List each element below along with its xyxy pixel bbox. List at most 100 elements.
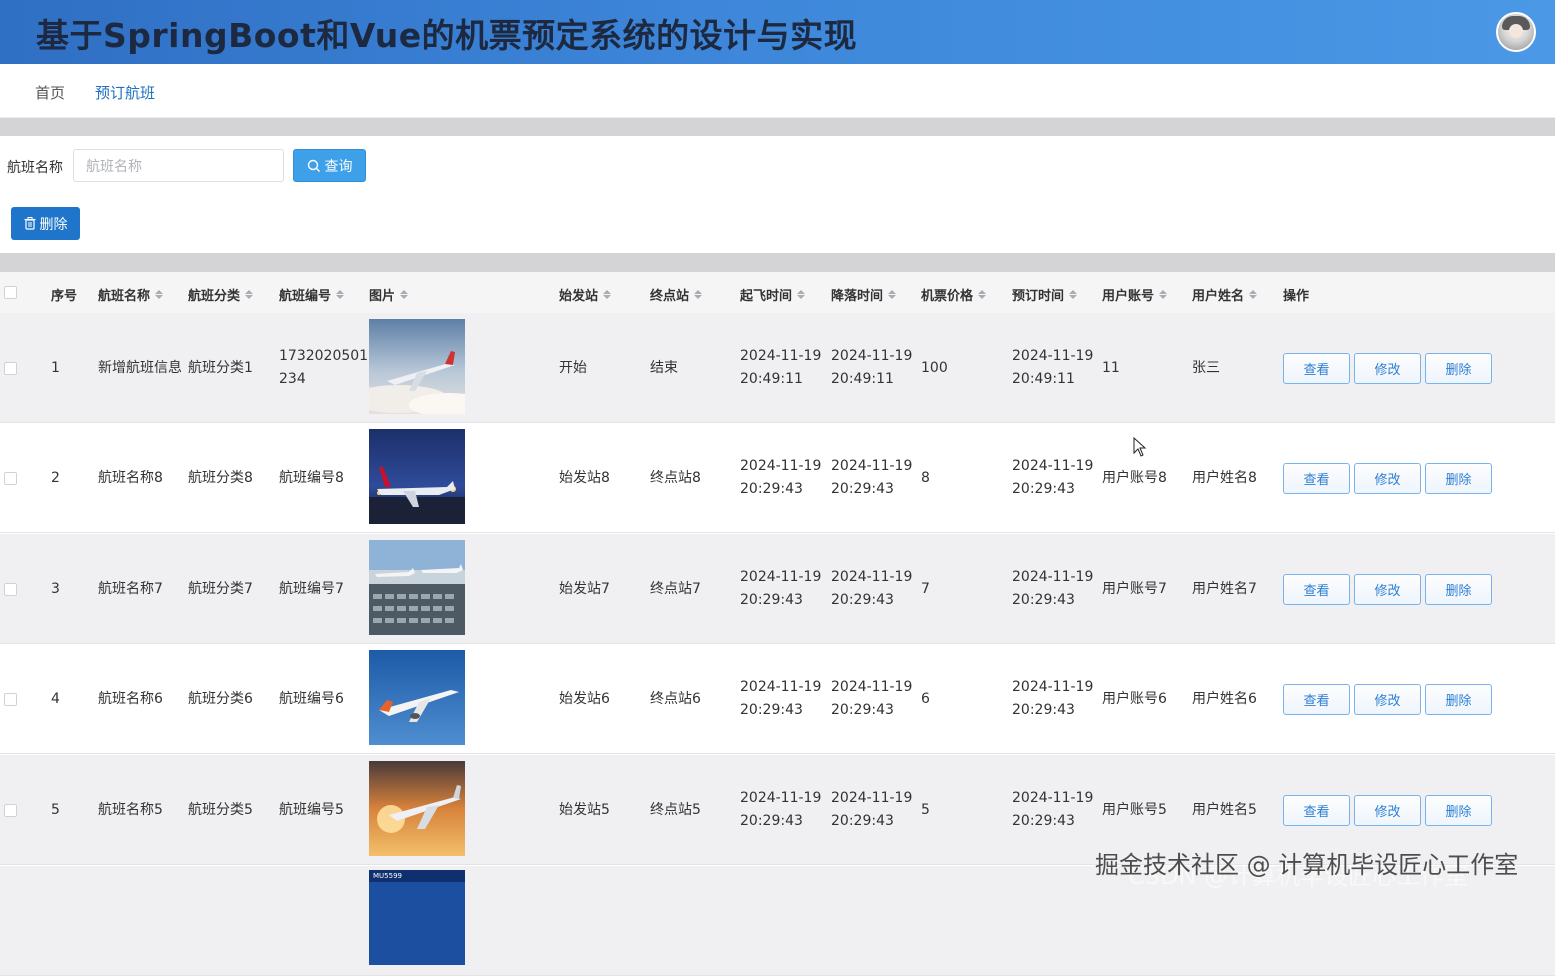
cell-origin: 始发站6 [559,691,610,707]
column-header-price[interactable]: 机票价格 [921,285,987,304]
avatar-face [1509,24,1523,38]
cell-book-time: 2024-11-19 20:49:11 [1012,348,1094,387]
cell-price: 5 [921,802,930,818]
table-row: 2 航班名称8 航班分类8 航班编号8 始发站8 终点站8 2024-11-19… [0,423,1555,533]
column-header-origin[interactable]: 始发站 [559,285,612,304]
column-header-book-time[interactable]: 预订时间 [1012,285,1078,304]
column-header-flight-name[interactable]: 航班名称 [98,285,164,304]
sort-icon [245,290,254,299]
column-header-actions: 操作 [1283,289,1310,304]
cell-origin: 始发站8 [559,470,610,486]
cell-flight-name: 航班名称7 [98,581,163,597]
flight-image [369,761,465,856]
edit-button[interactable]: 修改 [1354,353,1421,384]
column-header-user-name[interactable]: 用户姓名 [1192,285,1258,304]
edit-button[interactable]: 修改 [1354,795,1421,826]
edit-button[interactable]: 修改 [1354,463,1421,494]
divider-band [0,118,1555,136]
cell-flight-name: 航班名称8 [98,470,163,486]
cell-account: 用户账号7 [1102,581,1167,597]
cell-user-name: 用户姓名7 [1192,581,1257,597]
cell-land-time: 2024-11-19 20:29:43 [831,790,913,829]
nav-bar: 首页 预订航班 [0,64,1555,118]
cell-destination: 终点站5 [650,802,701,818]
cell-flight-name: 新增航班信息 [98,360,182,376]
cell-user-name: 用户姓名5 [1192,802,1257,818]
delete-button[interactable]: 删除 [1425,463,1492,494]
cell-price: 7 [921,581,930,597]
cell-destination: 终点站8 [650,470,701,486]
column-header-category[interactable]: 航班分类 [188,285,254,304]
cell-user-name: 用户姓名8 [1192,470,1257,486]
row-checkbox[interactable] [4,362,17,375]
cell-origin: 始发站5 [559,802,610,818]
query-button-label: 查询 [324,158,353,175]
view-button[interactable]: 查看 [1283,574,1350,605]
sort-icon [336,290,345,299]
cell-price: 6 [921,691,930,707]
divider-band [0,253,1555,272]
view-button[interactable]: 查看 [1283,795,1350,826]
column-header-depart-time[interactable]: 起飞时间 [740,285,806,304]
cell-book-time: 2024-11-19 20:29:43 [1012,790,1094,829]
cell-price: 8 [921,470,930,486]
nav-item-book-flight[interactable]: 预订航班 [95,82,155,103]
row-checkbox[interactable] [4,693,17,706]
cell-category: 航班分类5 [188,802,253,818]
view-button[interactable]: 查看 [1283,353,1350,384]
table-row: 4 航班名称6 航班分类6 航班编号6 始发站6 终点站6 2024-11-19… [0,644,1555,754]
mouse-cursor-icon [1133,437,1147,457]
cell-book-time: 2024-11-19 20:29:43 [1012,569,1094,608]
cell-account: 用户账号6 [1102,691,1167,707]
row-checkbox[interactable] [4,472,17,485]
cell-book-time: 2024-11-19 20:29:43 [1012,458,1094,497]
flight-image [369,429,465,524]
trash-icon [24,217,35,230]
delete-button[interactable]: 删除 [1425,574,1492,605]
sort-icon [400,290,409,299]
column-header-index: 序号 [51,289,78,304]
cell-user-name: 用户姓名6 [1192,691,1257,707]
view-button[interactable]: 查看 [1283,463,1350,494]
edit-button[interactable]: 修改 [1354,684,1421,715]
search-icon [307,159,320,172]
delete-button[interactable]: 删除 [1425,684,1492,715]
edit-button[interactable]: 修改 [1354,574,1421,605]
cell-flight-code: 航班编号7 [279,581,344,597]
cell-land-time: 2024-11-19 20:29:43 [831,679,913,718]
sort-icon [978,290,987,299]
column-header-image[interactable]: 图片 [369,285,409,304]
flight-image [369,650,465,745]
query-button[interactable]: 查询 [293,149,366,182]
cell-index: 3 [51,581,60,597]
delete-button[interactable]: 删除 [1425,795,1492,826]
cell-depart-time: 2024-11-19 20:29:43 [740,569,822,608]
column-header-flight-code[interactable]: 航班编号 [279,285,345,304]
cell-flight-name: 航班名称6 [98,691,163,707]
cell-origin: 开始 [559,360,587,376]
column-header-land-time[interactable]: 降落时间 [831,285,897,304]
view-button[interactable]: 查看 [1283,684,1350,715]
cell-category: 航班分类7 [188,581,253,597]
nav-item-home[interactable]: 首页 [35,82,65,103]
cell-flight-name: 航班名称5 [98,802,163,818]
cell-price: 100 [921,360,948,376]
batch-delete-button[interactable]: 删除 [11,207,80,240]
column-header-account[interactable]: 用户账号 [1102,285,1168,304]
cell-user-name: 张三 [1192,360,1220,376]
user-avatar[interactable] [1496,12,1536,52]
cell-origin: 始发站7 [559,581,610,597]
cell-category: 航班分类6 [188,691,253,707]
sort-icon [797,290,806,299]
search-input[interactable] [73,149,284,182]
row-checkbox[interactable] [4,583,17,596]
column-header-destination[interactable]: 终点站 [650,285,703,304]
delete-button[interactable]: 删除 [1425,353,1492,384]
select-all-checkbox[interactable] [4,286,17,299]
cell-account: 11 [1102,360,1120,376]
sort-icon [1249,290,1258,299]
cell-index: 5 [51,802,60,818]
row-checkbox[interactable] [4,804,17,817]
cell-depart-time: 2024-11-19 20:49:11 [740,348,822,387]
cell-account: 用户账号5 [1102,802,1167,818]
